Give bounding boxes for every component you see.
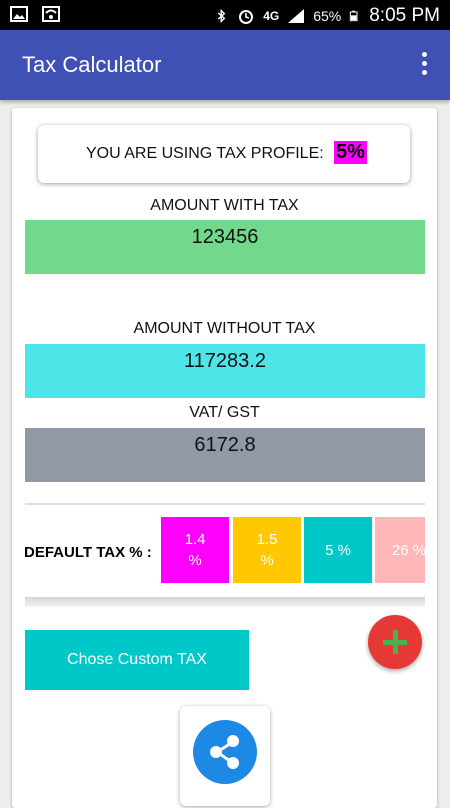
divider (25, 503, 425, 505)
tax-chip-5[interactable]: 5 % (304, 517, 372, 583)
tax-chip-1-5[interactable]: 1.5% (233, 517, 301, 583)
default-tax-label: DEFAULT TAX % : (24, 544, 152, 561)
tax-chip-label: 1.5% (256, 531, 278, 569)
scroll-shadow (25, 597, 425, 607)
wifi-icon (42, 6, 60, 22)
amount-without-tax-input[interactable]: 117283.2 (25, 344, 425, 398)
status-bar: 4G 65% 8:05 PM (0, 0, 450, 30)
tax-chip-label: 1.4% (184, 531, 206, 569)
tax-chip-label: 26 % (391, 541, 425, 559)
tax-profile-label: YOU ARE USING TAX PROFILE: (86, 145, 324, 162)
tax-chip-label: 5 % (325, 541, 351, 559)
battery-icon (350, 10, 358, 22)
vat-gst-label: VAT/ GST (189, 404, 260, 421)
share-icon (193, 720, 257, 784)
calculator-card: YOU ARE USING TAX PROFILE: 5% AMOUNT WIT… (12, 108, 437, 808)
network-type: 4G (263, 9, 280, 23)
amount-with-tax-input[interactable]: 123456 (25, 220, 425, 274)
tax-profile-value: 5% (334, 141, 367, 164)
overflow-menu-icon[interactable] (420, 52, 428, 78)
plus-icon-vertical (393, 630, 398, 654)
tax-chip-1-4[interactable]: 1.4% (161, 517, 229, 583)
amount-without-tax-label: AMOUNT WITHOUT TAX (133, 320, 316, 337)
custom-tax-button[interactable]: Chose Custom TAX (25, 630, 249, 690)
tax-chip-26[interactable]: 26 % (375, 517, 425, 583)
alarm-icon (239, 10, 254, 24)
amount-with-tax-label: AMOUNT WITH TAX (150, 197, 299, 214)
app-bar: Tax Calculator (0, 30, 450, 100)
tax-profile-banner: YOU ARE USING TAX PROFILE: 5% (38, 125, 410, 183)
vat-gst-input[interactable]: 6172.8 (25, 428, 425, 482)
signal-icon (288, 9, 305, 23)
default-tax-chips: 1.4% 1.5% 5 % 26 % (161, 517, 425, 583)
battery-percent: 65% (313, 8, 342, 24)
bluetooth-icon (217, 8, 226, 24)
image-icon (10, 6, 28, 22)
app-title: Tax Calculator (22, 52, 162, 77)
add-button[interactable] (368, 615, 422, 669)
share-button[interactable] (180, 706, 270, 806)
clock: 8:05 PM (369, 5, 440, 26)
